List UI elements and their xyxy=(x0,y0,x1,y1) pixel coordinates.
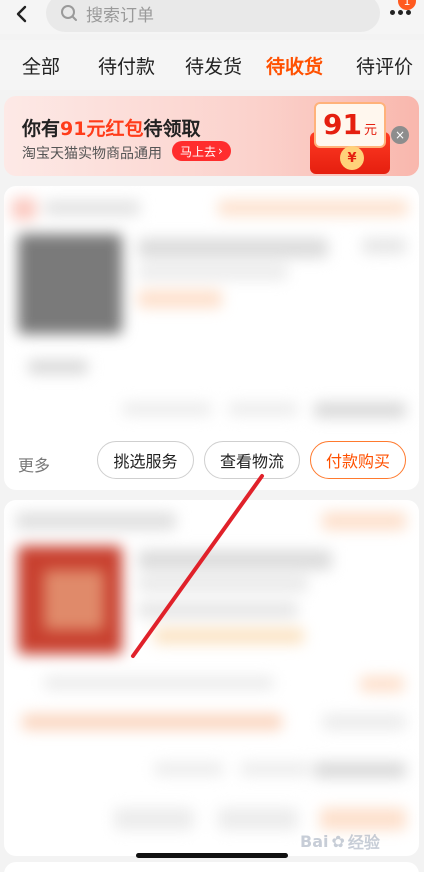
more-link[interactable]: 更多 xyxy=(18,452,50,476)
promo-subtitle: 淘宝天猫实物商品通用 xyxy=(22,146,162,162)
red-packet-banner[interactable]: 你有91元红包待领取 淘宝天猫实物商品通用 马上去 › 91 元 ¥ × xyxy=(4,96,419,176)
order-card-peek xyxy=(4,862,419,872)
chevron-left-icon xyxy=(16,5,27,23)
tab-pending-receipt[interactable]: 待收货 xyxy=(266,52,323,79)
pay-purchase-button[interactable]: 付款购买 xyxy=(310,441,406,479)
search-input[interactable]: 搜索订单 xyxy=(46,0,380,32)
more-dots-icon xyxy=(390,10,411,15)
home-indicator xyxy=(136,853,288,858)
red-packet-unit: 元 xyxy=(363,123,377,138)
search-icon xyxy=(58,2,80,24)
paw-icon: ✿ xyxy=(331,831,345,851)
promo-title: 你有91元红包待领取 xyxy=(22,118,201,140)
watermark: Bai ✿ 经验 xyxy=(300,831,380,853)
view-logistics-button[interactable]: 查看物流 xyxy=(204,441,300,479)
top-bar: 搜索订单 1 xyxy=(0,0,424,34)
order-action-bar: 更多 挑选服务 查看物流 付款购买 xyxy=(0,436,424,486)
select-service-button[interactable]: 挑选服务 xyxy=(97,441,194,479)
red-packet-amount: 91 xyxy=(323,108,362,141)
order-status-tabs: 全部 待付款 待发货 待收货 待评价 xyxy=(0,40,424,90)
back-button[interactable] xyxy=(8,0,36,28)
coin-icon: ¥ xyxy=(340,146,364,170)
tab-pending-review[interactable]: 待评价 xyxy=(356,52,413,79)
order-card[interactable] xyxy=(4,500,419,856)
close-icon[interactable]: × xyxy=(391,126,409,144)
more-menu-button[interactable]: 1 xyxy=(388,0,418,30)
search-placeholder: 搜索订单 xyxy=(86,5,154,26)
tab-all[interactable]: 全部 xyxy=(22,52,60,79)
notification-badge: 1 xyxy=(398,0,416,10)
tab-pending-payment[interactable]: 待付款 xyxy=(98,52,155,79)
red-envelope-icon: 91 元 ¥ xyxy=(304,102,396,174)
tab-pending-shipment[interactable]: 待发货 xyxy=(185,52,242,79)
go-now-button[interactable]: 马上去 › xyxy=(172,141,231,161)
